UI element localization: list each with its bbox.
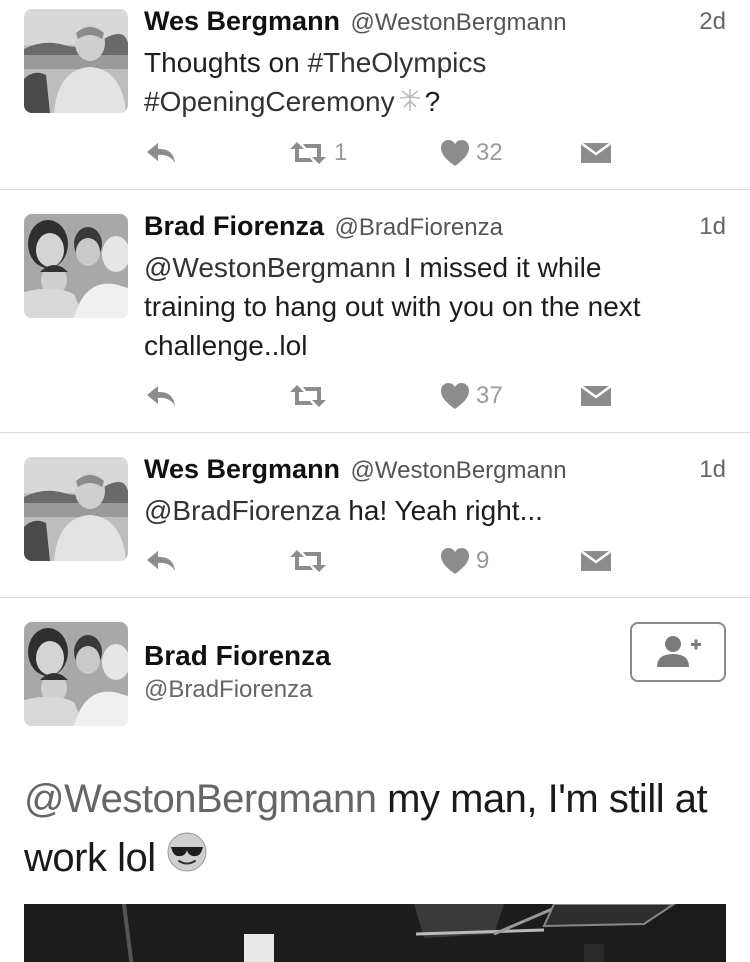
tweet-text-part: I missed it while — [396, 252, 602, 283]
tweet[interactable]: Wes Bergmann @WestonBergmann 2d Thoughts… — [0, 0, 750, 190]
mention-link[interactable]: @BradFiorenza — [144, 495, 341, 526]
like-count: 37 — [476, 382, 503, 409]
author-handle[interactable]: @WestonBergmann — [351, 9, 567, 36]
timestamp: 1d — [699, 213, 726, 240]
tweet-text-line: challenge..lol — [144, 330, 308, 361]
direct-message-button[interactable] — [580, 136, 612, 170]
retweet-button[interactable] — [288, 379, 328, 413]
author-name[interactable]: Wes Bergmann — [144, 454, 340, 484]
like-count: 32 — [476, 139, 503, 166]
tweet-text: @BradFiorenza ha! Yeah right... — [144, 491, 726, 530]
direct-message-icon — [580, 549, 612, 571]
retweet-icon — [290, 142, 326, 164]
tweet-header: Brad Fiorenza @BradFiorenza 1d — [144, 211, 726, 241]
tweet-text-part: work lol — [24, 836, 156, 880]
tweet-text: Thoughts on #TheOlympics #OpeningCeremon… — [144, 43, 726, 123]
author-name[interactable]: Brad Fiorenza — [144, 640, 331, 672]
retweet-button[interactable] — [288, 544, 328, 578]
tweet-text: @WestonBergmann I missed it while traini… — [144, 248, 726, 365]
author-name[interactable]: Wes Bergmann — [144, 6, 340, 36]
like-button[interactable]: 9 — [440, 544, 489, 578]
tweet-text-part: Thoughts on — [144, 47, 308, 78]
timestamp: 1d — [699, 456, 726, 483]
mention-link[interactable]: @WestonBergmann — [24, 777, 377, 821]
tweet-header: Wes Bergmann @WestonBergmann 2d — [144, 6, 726, 36]
sunglasses-emoji-icon — [166, 831, 208, 890]
avatar[interactable] — [24, 457, 128, 561]
follow-button[interactable] — [630, 622, 726, 682]
retweet-button[interactable]: 1 — [288, 136, 347, 170]
tweet-text-part: ha! Yeah right... — [340, 495, 543, 526]
reply-button[interactable] — [144, 136, 178, 170]
expanded-tweet-text: @WestonBergmann my man, I'm still at wor… — [24, 770, 724, 890]
heart-icon — [441, 383, 469, 409]
direct-message-button[interactable] — [580, 544, 612, 578]
like-count: 9 — [476, 547, 490, 574]
tweet-text-line: training to hang out with you on the nex… — [144, 291, 641, 322]
like-button[interactable]: 32 — [440, 136, 503, 170]
tweet-actions: 37 — [144, 379, 624, 413]
retweet-icon — [290, 385, 326, 407]
tweet-text-part: my man, I'm still at — [376, 777, 708, 821]
reply-button[interactable] — [144, 379, 178, 413]
heart-icon — [441, 548, 469, 574]
mention-link[interactable]: @WestonBergmann — [144, 252, 396, 283]
heart-icon — [441, 140, 469, 166]
avatar[interactable] — [24, 9, 128, 113]
attached-photo[interactable] — [24, 904, 726, 962]
tweet-text-part: ? — [424, 86, 441, 117]
like-button[interactable]: 37 — [440, 379, 503, 413]
direct-message-icon — [580, 384, 612, 406]
tweet[interactable]: Brad Fiorenza @BradFiorenza 1d @WestonBe… — [0, 190, 750, 433]
tweet-actions: 9 — [144, 544, 624, 578]
direct-message-button[interactable] — [580, 379, 612, 413]
tweet-header: Wes Bergmann @WestonBergmann 1d — [144, 454, 726, 484]
avatar[interactable] — [24, 622, 128, 726]
reply-icon — [147, 551, 175, 571]
author-name[interactable]: Brad Fiorenza — [144, 211, 324, 241]
hashtag-link[interactable]: #TheOlympics — [307, 47, 486, 78]
reply-icon — [147, 386, 175, 406]
author-handle[interactable]: @BradFiorenza — [144, 676, 312, 704]
tweet-actions: 1 32 — [144, 136, 624, 170]
timestamp: 2d — [699, 8, 726, 35]
fireworks-emoji-icon — [397, 84, 423, 123]
retweet-count: 1 — [334, 139, 348, 166]
tweet[interactable]: Wes Bergmann @WestonBergmann 1d @BradFio… — [0, 433, 750, 598]
retweet-icon — [290, 550, 326, 572]
reply-button[interactable] — [144, 544, 178, 578]
author-handle[interactable]: @WestonBergmann — [351, 457, 567, 484]
reply-icon — [147, 143, 175, 163]
hashtag-link[interactable]: #OpeningCeremony — [144, 86, 395, 117]
author-handle[interactable]: @BradFiorenza — [335, 214, 503, 241]
avatar[interactable] — [24, 214, 128, 318]
direct-message-icon — [580, 141, 612, 163]
follow-user-icon — [657, 636, 701, 667]
